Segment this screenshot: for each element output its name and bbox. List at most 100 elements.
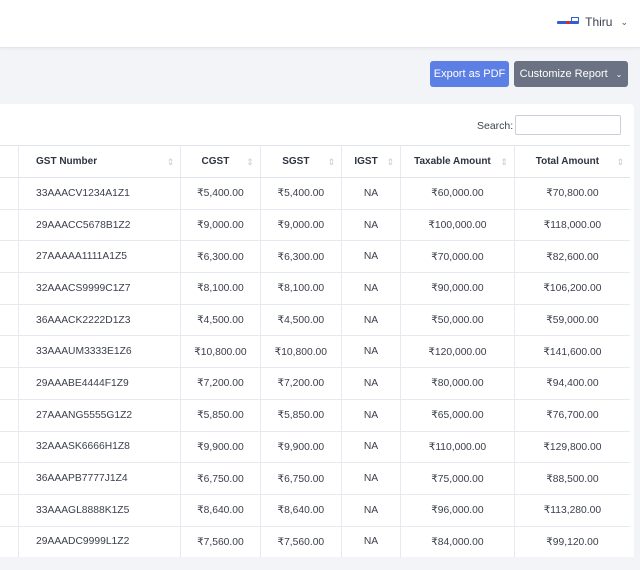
column-header-label: Taxable Amount — [414, 156, 491, 167]
table-cell: ₹96,000.00 — [400, 494, 515, 527]
table-cell: 29AAACC5678B1Z2 — [18, 209, 182, 242]
table-cell: 33AAAUM3333E1Z6 — [18, 335, 182, 369]
table-cell: ₹5,400.00 — [260, 177, 343, 210]
table-cell: NA — [341, 462, 402, 495]
table-cell: 32AAACS9999C1Z7 — [18, 272, 182, 305]
table-cell: 36AAACK2222D1Z3 — [18, 304, 182, 337]
table-cell: NA — [341, 240, 402, 274]
table-cell: ₹106,200.00 — [514, 272, 630, 305]
stub-cell — [0, 240, 19, 274]
table-row: 29AAACC5678B1Z2 ₹9,000.00 ₹9,000.00 NA ₹100,… — [0, 209, 630, 242]
search-input[interactable] — [515, 115, 621, 135]
column-header-gst-number[interactable]: GST Number ⇕ — [18, 145, 182, 178]
table-cell: ₹10,800.00 — [180, 335, 261, 369]
table-cell: ₹6,300.00 — [180, 240, 261, 274]
customize-report-label: Customize Report — [519, 68, 608, 80]
table-cell: ₹7,200.00 — [180, 367, 261, 400]
sort-icon[interactable]: ⇕ — [167, 157, 175, 168]
table-cell: ₹110,000.00 — [400, 431, 515, 464]
stub-cell — [0, 367, 19, 400]
table-cell: NA — [341, 399, 402, 432]
stub-cell — [0, 494, 19, 527]
stub-cell — [0, 209, 19, 242]
table-cell: 27AAAAA1111A1Z5 — [18, 240, 182, 274]
table-cell: 36AAAPB7777J1Z4 — [18, 462, 182, 495]
table-cell: 27AAANG5555G1Z2 — [18, 399, 182, 432]
sort-icon[interactable]: ⇕ — [616, 157, 624, 168]
table-cell: ₹9,000.00 — [260, 209, 343, 242]
sort-icon[interactable]: ⇕ — [327, 157, 335, 168]
table-cell: ₹7,560.00 — [260, 526, 343, 559]
table-cell: ₹8,640.00 — [260, 494, 343, 527]
table-cell: ₹9,000.00 — [180, 209, 261, 242]
table-cell: ₹9,900.00 — [180, 431, 261, 464]
table-cell: ₹76,700.00 — [514, 399, 630, 432]
stub-cell — [0, 272, 19, 305]
stub-cell — [0, 526, 19, 559]
column-header-cgst[interactable]: CGST ⇕ — [180, 145, 261, 178]
table-row: 33AAAUM3333E1Z6 ₹10,800.00 ₹10,800.00 NA ₹12… — [0, 335, 630, 369]
table-cell: ₹8,640.00 — [180, 494, 261, 527]
user-menu[interactable]: Thiru ⌄ — [557, 15, 628, 29]
table-cell: NA — [341, 494, 402, 527]
top-navbar: Thiru ⌄ — [0, 0, 640, 48]
column-header-sgst[interactable]: SGST ⇕ — [260, 145, 343, 178]
column-header-taxable-amount[interactable]: Taxable Amount ⇕ — [400, 145, 515, 178]
table-cell: ₹5,850.00 — [260, 399, 343, 432]
column-header-label: GST Number — [36, 156, 98, 167]
column-header-igst[interactable]: IGST ⇕ — [341, 145, 402, 178]
column-header-label: CGST — [201, 156, 230, 167]
table-cell: ₹5,400.00 — [180, 177, 261, 210]
table-row: 32AAASK6666H1Z8 ₹9,900.00 ₹9,900.00 NA ₹110,… — [0, 431, 630, 464]
table-cell: ₹6,300.00 — [260, 240, 343, 274]
stub-cell — [0, 177, 19, 210]
table-cell: 29AAADC9999L1Z2 — [18, 526, 182, 559]
chevron-down-icon: ⌄ — [615, 69, 623, 79]
table-cell: NA — [341, 272, 402, 305]
table-cell: ₹82,600.00 — [514, 240, 630, 274]
table-cell: ₹80,000.00 — [400, 367, 515, 400]
sort-icon[interactable]: ⇕ — [500, 157, 508, 168]
gst-report-table: GST Number ⇕ CGST ⇕ SGST ⇕ IGST ⇕ Taxable Amount… — [0, 145, 630, 559]
column-header-label: SGST — [282, 156, 310, 167]
table-cell: ₹70,000.00 — [400, 240, 515, 274]
stub-cell — [0, 399, 19, 432]
page-bottom — [0, 557, 640, 570]
stub-cell — [0, 462, 19, 495]
table-cell: ₹10,800.00 — [260, 335, 343, 369]
table-cell: ₹7,560.00 — [180, 526, 261, 559]
brand-logo-icon — [557, 17, 580, 27]
table-row: 36AAACK2222D1Z3 ₹4,500.00 ₹4,500.00 NA ₹50,0… — [0, 304, 630, 337]
table-cell: ₹141,600.00 — [514, 335, 630, 369]
stub-cell — [0, 145, 19, 178]
table-cell: ₹94,400.00 — [514, 367, 630, 400]
table-cell: ₹90,000.00 — [400, 272, 515, 305]
table-cell: ₹118,000.00 — [514, 209, 630, 242]
table-row: 36AAAPB7777J1Z4 ₹6,750.00 ₹6,750.00 NA ₹75,0… — [0, 462, 630, 495]
table-cell: ₹9,900.00 — [260, 431, 343, 464]
table-row: 32AAACS9999C1Z7 ₹8,100.00 ₹8,100.00 NA ₹90,0… — [0, 272, 630, 305]
table-row: 27AAAAA1111A1Z5 ₹6,300.00 ₹6,300.00 NA ₹70,0… — [0, 240, 630, 274]
column-header-total-amount[interactable]: Total Amount ⇕ — [514, 145, 630, 178]
customize-report-button[interactable]: Customize Report ⌄ — [514, 61, 628, 87]
table-row: 29AAABE4444F1Z9 ₹7,200.00 ₹7,200.00 NA ₹80,0… — [0, 367, 630, 400]
table-cell: NA — [341, 335, 402, 369]
table-cell: ₹113,280.00 — [514, 494, 630, 527]
export-pdf-button[interactable]: Export as PDF — [430, 61, 509, 87]
table-cell: ₹120,000.00 — [400, 335, 515, 369]
table-cell: ₹50,000.00 — [400, 304, 515, 337]
table-row: 29AAADC9999L1Z2 ₹7,560.00 ₹7,560.00 NA ₹84,0… — [0, 526, 630, 559]
stub-cell — [0, 431, 19, 464]
table-body: 33AAACV1234A1Z1 ₹5,400.00 ₹5,400.00 NA ₹60,0… — [0, 177, 630, 559]
table-cell: 32AAASK6666H1Z8 — [18, 431, 182, 464]
sort-icon[interactable]: ⇕ — [246, 157, 254, 168]
user-name: Thiru — [585, 15, 613, 29]
stub-cell — [0, 335, 19, 369]
table-cell: ₹59,000.00 — [514, 304, 630, 337]
table-cell: 33AAAGL8888K1Z5 — [18, 494, 182, 527]
table-cell: ₹7,200.00 — [260, 367, 343, 400]
sort-icon[interactable]: ⇕ — [386, 157, 394, 168]
table-cell: ₹88,500.00 — [514, 462, 630, 495]
table-cell: ₹5,850.00 — [180, 399, 261, 432]
table-header-row: GST Number ⇕ CGST ⇕ SGST ⇕ IGST ⇕ Taxable Amount… — [0, 145, 630, 178]
